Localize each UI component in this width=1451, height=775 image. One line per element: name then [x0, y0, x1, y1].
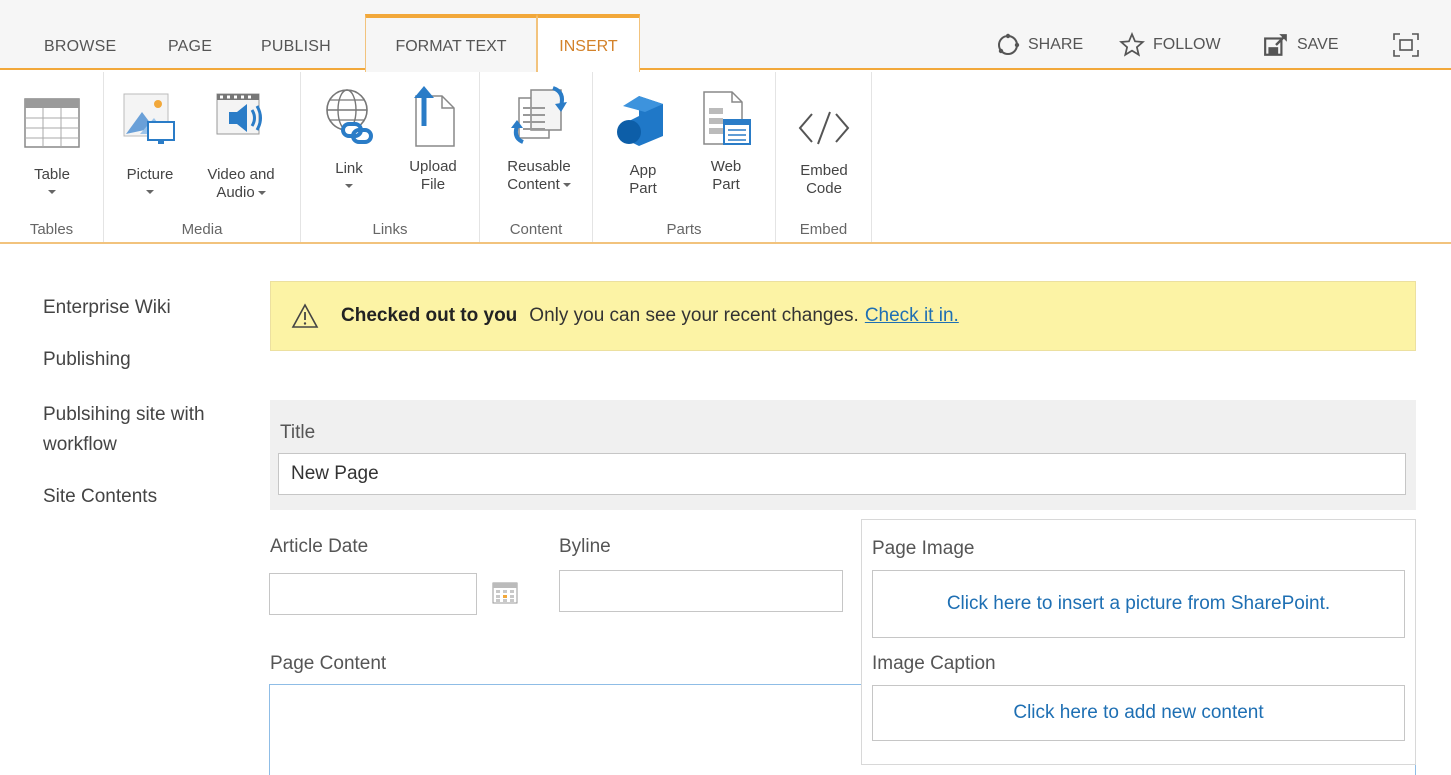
ribbon-tab-bar: BROWSE PAGE PUBLISH FORMAT TEXT INSERT S…: [0, 0, 1451, 72]
reusable-content-button[interactable]: Reusable Content: [494, 86, 584, 194]
web-part-button[interactable]: Web Part: [686, 86, 766, 194]
article-date-label: Article Date: [270, 536, 369, 557]
title-section: Title New Page: [270, 400, 1416, 510]
group-label-embed: Embed: [799, 221, 848, 238]
app-part-label: App Part: [629, 162, 657, 197]
embed-code-label: Embed Code: [800, 162, 848, 197]
page-content-label: Page Content: [270, 653, 387, 674]
ribbon-group-links: Link Upload File Links: [301, 72, 480, 242]
nav-item-enterprise-wiki[interactable]: Enterprise Wiki: [43, 293, 263, 323]
image-caption-label: Image Caption: [872, 653, 996, 674]
share-icon: [997, 33, 1020, 55]
group-label-parts: Parts: [666, 221, 702, 238]
table-label: Table: [34, 166, 70, 183]
save-icon: [1264, 34, 1287, 56]
chevron-down-icon: [562, 183, 571, 188]
upload-icon: [414, 86, 455, 147]
embed-code-button[interactable]: Embed Code: [784, 86, 864, 198]
image-caption-placeholder[interactable]: Click here to add new content: [872, 685, 1405, 741]
reusable-content-label: Reusable Content: [507, 158, 571, 193]
link-icon: [326, 89, 373, 144]
ribbon-group-content: Reusable Content Content: [480, 72, 593, 242]
app-part-icon: [617, 96, 663, 146]
fullscreen-icon: [1393, 33, 1419, 57]
tab-insert-label: INSERT: [559, 38, 618, 55]
web-part-label: Web Part: [710, 158, 742, 193]
save-label: SAVE: [1297, 36, 1339, 53]
group-label-media: Media: [181, 221, 223, 238]
save-button[interactable]: SAVE: [1263, 30, 1339, 60]
web-part-icon: [703, 91, 751, 145]
calendar-icon[interactable]: [492, 581, 518, 605]
embed-code-icon: [798, 111, 850, 145]
group-label-tables: Tables: [29, 221, 74, 238]
group-label-links: Links: [372, 221, 408, 238]
tab-format-text-label: FORMAT TEXT: [395, 38, 507, 55]
tab-publish[interactable]: PUBLISH: [261, 38, 331, 56]
table-icon: [24, 98, 80, 148]
focus-mode-button[interactable]: [1392, 30, 1420, 60]
video-audio-label: Video and Audio: [207, 166, 275, 201]
status-banner: Checked out to you Only you can see your…: [270, 281, 1416, 351]
ribbon-group-media: Picture Video and Audio Media: [104, 72, 301, 242]
chevron-down-icon: [345, 184, 353, 188]
upload-file-label: Upload File: [409, 158, 457, 193]
banner-title: Checked out to you: [341, 305, 518, 326]
link-label: Link: [335, 160, 363, 177]
follow-button[interactable]: FOLLOW: [1119, 30, 1221, 60]
title-input[interactable]: New Page: [278, 453, 1406, 495]
warning-icon: [291, 303, 319, 328]
check-in-link[interactable]: Check it in.: [865, 305, 959, 327]
nav-item-publishing[interactable]: Publishing: [43, 345, 263, 375]
insert-ribbon: Table Tables Picture Video and Audio Med…: [0, 72, 1451, 244]
share-button[interactable]: SHARE: [996, 30, 1083, 60]
chevron-down-icon: [48, 190, 56, 194]
tab-insert[interactable]: INSERT: [537, 14, 640, 72]
picture-icon: [123, 93, 175, 144]
article-date-input[interactable]: [269, 573, 477, 615]
ribbon-group-tables: Table Tables: [0, 72, 104, 242]
nav-item-publishing-workflow[interactable]: Publsihing site with workflow: [43, 400, 263, 460]
link-button[interactable]: Link: [309, 86, 389, 188]
ribbon-group-embed: Embed Code Embed: [776, 72, 872, 242]
tab-page[interactable]: PAGE: [168, 38, 212, 56]
video-audio-icon: [216, 93, 262, 135]
star-icon: [1119, 32, 1145, 57]
nav-item-site-contents[interactable]: Site Contents: [43, 482, 263, 512]
chevron-down-icon: [146, 190, 154, 194]
byline-label: Byline: [559, 536, 611, 557]
insert-picture-placeholder[interactable]: Click here to insert a picture from Shar…: [872, 570, 1405, 638]
upload-file-button[interactable]: Upload File: [393, 86, 473, 194]
share-label: SHARE: [1028, 36, 1084, 53]
picture-button[interactable]: Picture: [110, 86, 190, 194]
byline-input[interactable]: [559, 570, 843, 612]
page-image-panel: Page Image Click here to insert a pictur…: [861, 519, 1416, 765]
chevron-down-icon: [257, 191, 266, 196]
ribbon-group-parts: App Part Web Part Parts: [593, 72, 776, 242]
tab-format-text[interactable]: FORMAT TEXT: [365, 14, 537, 72]
banner-message: Only you can see your recent changes.: [529, 305, 859, 326]
tab-browse[interactable]: BROWSE: [44, 38, 116, 56]
page-image-label: Page Image: [872, 538, 975, 559]
title-label: Title: [280, 422, 316, 443]
table-button[interactable]: Table: [12, 86, 92, 194]
picture-label: Picture: [126, 166, 174, 183]
app-part-button[interactable]: App Part: [603, 86, 683, 198]
group-label-content: Content: [509, 221, 563, 238]
follow-label: FOLLOW: [1153, 36, 1221, 53]
video-audio-button[interactable]: Video and Audio: [196, 86, 286, 202]
reusable-content-icon: [511, 86, 567, 144]
